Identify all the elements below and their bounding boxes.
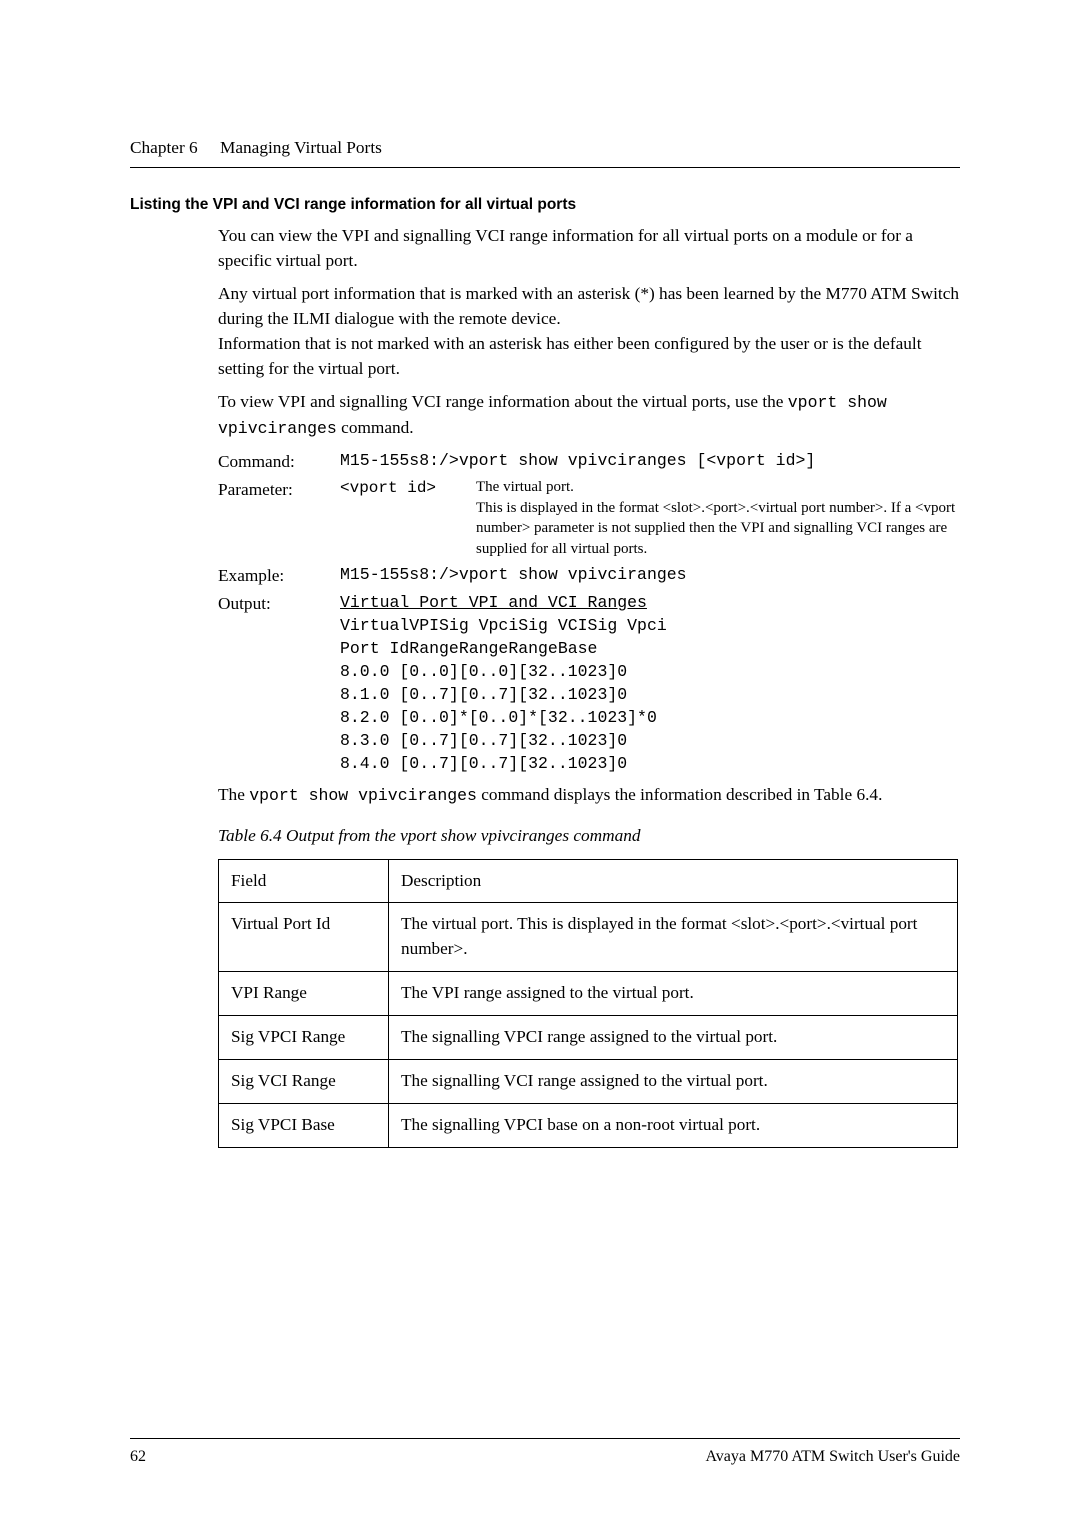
output-block: Virtual Port VPI and VCI Ranges VirtualV… (340, 591, 960, 776)
output-line-0: Virtual Port VPI and VCI Ranges (340, 591, 960, 614)
afterdef-cmd: vport show vpivciranges (249, 786, 477, 805)
td-desc: The virtual port. This is displayed in t… (389, 903, 958, 972)
intro-3a: To view VPI and signalling VCI range inf… (218, 392, 788, 411)
intro-para-1: You can view the VPI and signalling VCI … (218, 223, 960, 273)
intro-2a: Any virtual port information that is mar… (218, 284, 959, 328)
parameter-label: Parameter: (218, 477, 340, 560)
section-title: Listing the VPI and VCI range informatio… (130, 194, 960, 216)
td-field: Sig VPCI Base (219, 1104, 389, 1148)
output-table: Field Description Virtual Port Id The vi… (218, 859, 958, 1149)
after-def-para: The vport show vpivciranges command disp… (218, 782, 960, 808)
example-value: M15-155s8:/>vport show vpivciranges (340, 563, 960, 588)
page-number: 62 (130, 1445, 146, 1468)
output-line-6: 8.3.0 [0..7][0..7][32..1023]0 (340, 729, 960, 752)
output-line-3: 8.0.0 [0..0][0..0][32..1023]0 (340, 660, 960, 683)
td-field: Virtual Port Id (219, 903, 389, 972)
table-row: Virtual Port Id The virtual port. This i… (219, 903, 958, 972)
td-desc: The signalling VPCI range assigned to th… (389, 1016, 958, 1060)
param-desc-1: The virtual port. (476, 479, 574, 495)
command-label: Command: (218, 449, 340, 474)
param-desc: The virtual port. This is displayed in t… (476, 477, 960, 560)
td-field: Sig VPCI Range (219, 1016, 389, 1060)
output-line-1: VirtualVPISig VpciSig VCISig Vpci (340, 614, 960, 637)
param-id: <vport id> (340, 477, 476, 560)
chapter-title: Managing Virtual Ports (220, 138, 382, 157)
td-field: VPI Range (219, 972, 389, 1016)
td-desc: The signalling VPCI base on a non-root v… (389, 1104, 958, 1148)
output-line-7: 8.4.0 [0..7][0..7][32..1023]0 (340, 752, 960, 775)
afterdef-b: command displays the information describ… (477, 785, 882, 804)
output-line-2: Port IdRangeRangeRangeBase (340, 637, 960, 660)
footer: 62 Avaya M770 ATM Switch User's Guide (130, 1438, 960, 1468)
param-desc-2: This is displayed in the format <slot>.<… (476, 500, 955, 557)
command-value: M15-155s8:/>vport show vpivciranges [<vp… (340, 449, 960, 474)
definition-block: Command: M15-155s8:/>vport show vpivcira… (218, 449, 960, 776)
intro-para-3: To view VPI and signalling VCI range inf… (218, 389, 960, 441)
chapter-header: Chapter 6 Managing Virtual Ports (130, 135, 960, 168)
book-title: Avaya M770 ATM Switch User's Guide (705, 1445, 960, 1468)
td-field: Sig VCI Range (219, 1060, 389, 1104)
td-desc: The VPI range assigned to the virtual po… (389, 972, 958, 1016)
intro-3b: command. (337, 418, 414, 437)
table-head-row: Field Description (219, 859, 958, 903)
table-row: VPI Range The VPI range assigned to the … (219, 972, 958, 1016)
intro-2b: Information that is not marked with an a… (218, 334, 922, 378)
afterdef-a: The (218, 785, 249, 804)
output-line-4: 8.1.0 [0..7][0..7][32..1023]0 (340, 683, 960, 706)
example-label: Example: (218, 563, 340, 588)
table-row: Sig VCI Range The signalling VCI range a… (219, 1060, 958, 1104)
chapter-label: Chapter 6 (130, 138, 198, 157)
output-line-5: 8.2.0 [0..0]*[0..0]*[32..1023]*0 (340, 706, 960, 729)
table-row: Sig VPCI Range The signalling VPCI range… (219, 1016, 958, 1060)
td-desc: The signalling VCI range assigned to the… (389, 1060, 958, 1104)
th-field: Field (219, 859, 389, 903)
table-caption: Table 6.4 Output from the vport show vpi… (218, 823, 960, 848)
intro-para-2: Any virtual port information that is mar… (218, 281, 960, 381)
th-desc: Description (389, 859, 958, 903)
table-row: Sig VPCI Base The signalling VPCI base o… (219, 1104, 958, 1148)
output-label: Output: (218, 591, 340, 776)
